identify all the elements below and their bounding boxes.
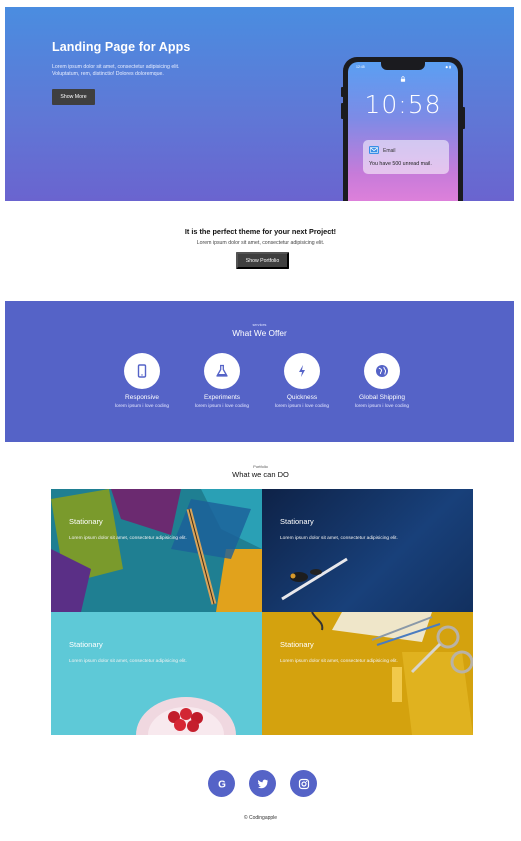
service-desc: lorem ipsum i love coding <box>354 404 410 409</box>
services-section: services What We Offer Responsive lorem … <box>5 301 514 442</box>
service-name: Quickness <box>286 394 318 401</box>
service-item-experiments: Experiments lorem ipsum i love coding <box>177 353 267 409</box>
portfolio-tile[interactable]: Stationary Lorem ipsum dolor sit amet, c… <box>51 489 262 612</box>
service-desc: lorem ipsum i love coding <box>274 404 330 409</box>
service-item-responsive: Responsive lorem ipsum i love coding <box>97 353 187 409</box>
tile-title: Stationary <box>280 517 314 526</box>
flask-icon <box>216 364 228 377</box>
tile-text: Lorem ipsum dolor sit amet, consectetur … <box>69 659 187 664</box>
google-glyph: G <box>218 779 226 790</box>
phone-mockup: 12:45 ◆ ▮ 10:58 Email You have 500 unrea… <box>343 57 463 201</box>
service-icon-circle <box>284 353 320 389</box>
hero-title: Landing Page for Apps <box>52 40 191 54</box>
lockscreen-time: 10:58 <box>364 90 442 119</box>
mobile-icon <box>137 364 147 378</box>
tile-title: Stationary <box>280 640 314 649</box>
instagram-icon <box>298 778 309 789</box>
service-desc: lorem ipsum i love coding <box>194 404 250 409</box>
tile-title: Stationary <box>69 640 103 649</box>
stationery-photo <box>311 612 473 735</box>
tile-text: Lorem ipsum dolor sit amet, consectetur … <box>280 659 398 664</box>
status-bar-icons: ◆ ▮ <box>445 65 451 69</box>
notification-app: Email <box>383 148 396 154</box>
stationery-photo <box>51 489 262 612</box>
service-desc: lorem ipsum i love coding <box>114 404 170 409</box>
notification-message: You have 500 unread mail. <box>369 161 432 167</box>
copyright: © Codingapple <box>243 815 278 821</box>
service-item-global-shipping: Global Shipping lorem ipsum i love codin… <box>337 353 427 409</box>
service-icon-circle <box>204 353 240 389</box>
show-portfolio-button[interactable]: Show Portfolio <box>236 252 289 269</box>
hero-text: Lorem ipsum dolor sit amet, consectetur … <box>52 64 222 78</box>
tile-title: Stationary <box>69 517 103 526</box>
portfolio-tile[interactable]: Stationary Lorem ipsum dolor sit amet, c… <box>262 612 473 735</box>
twitter-icon <box>257 779 268 788</box>
tile-text: Lorem ipsum dolor sit amet, consectetur … <box>280 536 398 541</box>
phone-notch <box>381 62 425 70</box>
hero-text-line: Voluptatum, rem, distinctio! Dolores dol… <box>52 71 164 77</box>
globe-icon <box>376 365 388 377</box>
stationery-photo <box>281 557 348 601</box>
google-icon: G <box>218 779 226 790</box>
services-subtitle: services <box>252 323 267 327</box>
instagram-link[interactable] <box>290 770 317 797</box>
phone-screen: 12:45 ◆ ▮ 10:58 Email You have 500 unrea… <box>348 62 458 201</box>
twitter-link[interactable] <box>249 770 276 797</box>
intro-text: Lorem ipsum dolor sit amet, consectetur … <box>196 240 325 246</box>
service-icon-circle <box>124 353 160 389</box>
portfolio-tile[interactable]: Stationary Lorem ipsum dolor sit amet, c… <box>262 489 473 612</box>
google-link[interactable]: G <box>208 770 235 797</box>
notification-card[interactable]: Email You have 500 unread mail. <box>363 140 449 174</box>
service-item-quickness: Quickness lorem ipsum i love coding <box>257 353 347 409</box>
strawberries-photo <box>136 697 236 735</box>
mail-icon <box>369 146 379 154</box>
lock-icon <box>400 76 406 82</box>
portfolio-subtitle: Portfolio <box>253 464 268 469</box>
service-name: Responsive <box>125 394 159 401</box>
services-title: What We Offer <box>232 328 287 338</box>
show-more-button[interactable]: Show More <box>52 89 95 105</box>
service-icon-circle <box>364 353 400 389</box>
tile-text: Lorem ipsum dolor sit amet, consectetur … <box>69 536 187 541</box>
lightning-icon <box>299 365 305 377</box>
service-name: Global Shipping <box>359 394 405 401</box>
status-bar-time: 12:45 <box>356 65 365 69</box>
service-name: Experiments <box>203 394 241 401</box>
portfolio-tile[interactable]: Stationary Lorem ipsum dolor sit amet, c… <box>51 612 262 735</box>
hero-text-line: Lorem ipsum dolor sit amet, consectetur … <box>52 64 180 70</box>
intro-title: It is the perfect theme for your next Pr… <box>184 227 337 236</box>
hero-section: Landing Page for Apps Lorem ipsum dolor … <box>5 7 514 201</box>
portfolio-title: What we can DO <box>232 470 289 479</box>
